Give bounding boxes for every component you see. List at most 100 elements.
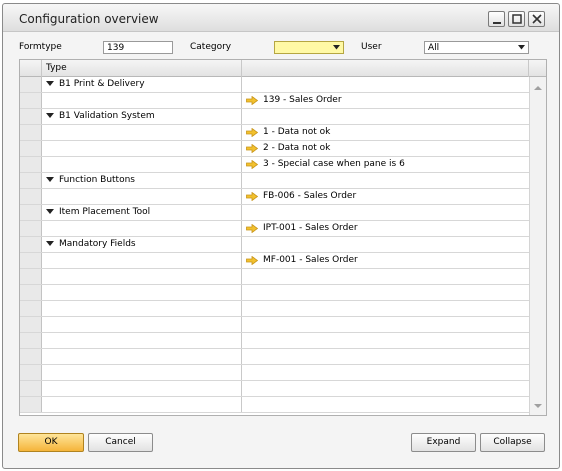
formtype-field[interactable]: 139 xyxy=(103,41,173,54)
value-cell[interactable] xyxy=(242,349,529,364)
row-header[interactable] xyxy=(20,381,42,396)
collapse-triangle-icon[interactable] xyxy=(46,209,54,215)
table-row[interactable] xyxy=(20,301,529,317)
table-row[interactable]: B1 Validation System xyxy=(20,109,529,125)
group-toggle[interactable]: B1 Print & Delivery xyxy=(46,79,145,89)
title-bar[interactable]: Configuration overview xyxy=(3,4,559,32)
type-cell[interactable] xyxy=(42,253,242,268)
value-cell[interactable] xyxy=(242,333,529,348)
row-header[interactable] xyxy=(20,157,42,172)
table-row[interactable] xyxy=(20,317,529,333)
cancel-button[interactable]: Cancel xyxy=(88,433,153,452)
value-cell[interactable]: 2 - Data not ok xyxy=(242,141,529,156)
table-row[interactable]: IPT-001 - Sales Order xyxy=(20,221,529,237)
table-row[interactable] xyxy=(20,349,529,365)
type-cell[interactable] xyxy=(42,397,242,412)
row-header[interactable] xyxy=(20,93,42,108)
type-cell[interactable] xyxy=(42,125,242,140)
row-header[interactable] xyxy=(20,349,42,364)
user-dropdown[interactable]: All xyxy=(424,41,529,54)
collapse-triangle-icon[interactable] xyxy=(46,81,54,87)
table-row[interactable]: 3 - Special case when pane is 6 xyxy=(20,157,529,173)
group-toggle[interactable]: Mandatory Fields xyxy=(46,239,136,249)
type-cell[interactable] xyxy=(42,381,242,396)
table-row[interactable] xyxy=(20,269,529,285)
value-cell[interactable] xyxy=(242,269,529,284)
minimize-button[interactable] xyxy=(488,11,505,27)
collapse-button[interactable]: Collapse xyxy=(480,433,545,452)
table-row[interactable] xyxy=(20,397,529,413)
collapse-triangle-icon[interactable] xyxy=(46,241,54,247)
value-cell[interactable] xyxy=(242,205,529,220)
close-button[interactable] xyxy=(528,11,545,27)
value-cell[interactable] xyxy=(242,77,529,92)
scroll-down-icon[interactable] xyxy=(531,399,545,413)
type-cell[interactable] xyxy=(42,141,242,156)
value-cell[interactable] xyxy=(242,173,529,188)
table-row[interactable]: FB-006 - Sales Order xyxy=(20,189,529,205)
table-row[interactable] xyxy=(20,285,529,301)
value-cell[interactable]: MF-001 - Sales Order xyxy=(242,253,529,268)
row-header[interactable] xyxy=(20,77,42,92)
value-cell[interactable]: 1 - Data not ok xyxy=(242,125,529,140)
type-cell[interactable] xyxy=(42,349,242,364)
table-row[interactable]: MF-001 - Sales Order xyxy=(20,253,529,269)
ok-button[interactable]: OK xyxy=(18,433,84,452)
type-cell[interactable] xyxy=(42,221,242,236)
type-cell[interactable]: B1 Print & Delivery xyxy=(42,77,242,92)
column-header-type[interactable]: Type xyxy=(42,60,242,77)
collapse-triangle-icon[interactable] xyxy=(46,113,54,119)
row-header[interactable] xyxy=(20,205,42,220)
table-row[interactable] xyxy=(20,365,529,381)
column-header-value[interactable] xyxy=(242,60,529,77)
vertical-scrollbar[interactable] xyxy=(529,77,546,415)
type-cell[interactable]: Function Buttons xyxy=(42,173,242,188)
maximize-button[interactable] xyxy=(508,11,525,27)
link-arrow-icon[interactable] xyxy=(246,95,258,105)
type-cell[interactable] xyxy=(42,157,242,172)
row-header[interactable] xyxy=(20,189,42,204)
type-cell[interactable] xyxy=(42,333,242,348)
table-row[interactable]: 2 - Data not ok xyxy=(20,141,529,157)
row-header[interactable] xyxy=(20,221,42,236)
row-header[interactable] xyxy=(20,253,42,268)
type-cell[interactable] xyxy=(42,93,242,108)
category-dropdown[interactable] xyxy=(274,41,344,54)
type-cell[interactable] xyxy=(42,365,242,380)
value-cell[interactable]: 139 - Sales Order xyxy=(242,93,529,108)
type-cell[interactable] xyxy=(42,301,242,316)
value-cell[interactable] xyxy=(242,397,529,412)
value-cell[interactable]: 3 - Special case when pane is 6 xyxy=(242,157,529,172)
value-cell[interactable]: FB-006 - Sales Order xyxy=(242,189,529,204)
row-header[interactable] xyxy=(20,125,42,140)
type-cell[interactable]: Mandatory Fields xyxy=(42,237,242,252)
link-arrow-icon[interactable] xyxy=(246,223,258,233)
table-row[interactable]: Mandatory Fields xyxy=(20,237,529,253)
row-header[interactable] xyxy=(20,365,42,380)
group-toggle[interactable]: Item Placement Tool xyxy=(46,207,150,217)
value-cell[interactable] xyxy=(242,317,529,332)
row-header[interactable] xyxy=(20,301,42,316)
table-row[interactable]: B1 Print & Delivery xyxy=(20,77,529,93)
value-cell[interactable] xyxy=(242,237,529,252)
group-toggle[interactable]: Function Buttons xyxy=(46,175,135,185)
row-header[interactable] xyxy=(20,285,42,300)
row-header[interactable] xyxy=(20,317,42,332)
row-header[interactable] xyxy=(20,141,42,156)
value-cell[interactable] xyxy=(242,301,529,316)
row-header[interactable] xyxy=(20,109,42,124)
table-row[interactable]: 1 - Data not ok xyxy=(20,125,529,141)
row-header[interactable] xyxy=(20,397,42,412)
value-cell[interactable] xyxy=(242,381,529,396)
scroll-up-icon[interactable] xyxy=(531,81,545,95)
type-cell[interactable] xyxy=(42,189,242,204)
link-arrow-icon[interactable] xyxy=(246,127,258,137)
type-cell[interactable] xyxy=(42,317,242,332)
table-row[interactable]: Function Buttons xyxy=(20,173,529,189)
type-cell[interactable]: Item Placement Tool xyxy=(42,205,242,220)
group-toggle[interactable]: B1 Validation System xyxy=(46,111,155,121)
row-header[interactable] xyxy=(20,269,42,284)
link-arrow-icon[interactable] xyxy=(246,143,258,153)
row-header[interactable] xyxy=(20,333,42,348)
table-row[interactable] xyxy=(20,381,529,397)
